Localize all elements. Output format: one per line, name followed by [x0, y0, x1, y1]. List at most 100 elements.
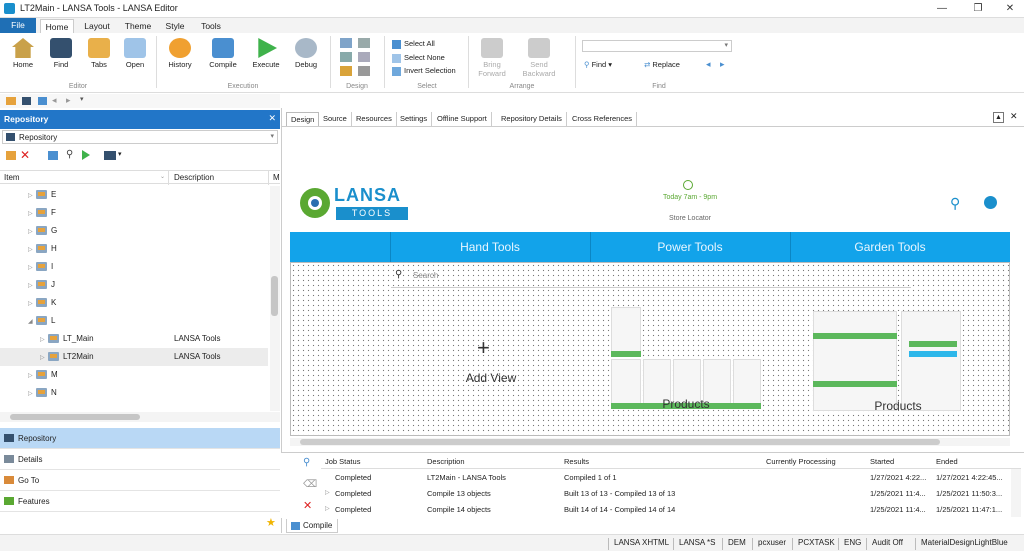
view-icon[interactable]: [104, 151, 116, 160]
tree-item[interactable]: ▷ F: [0, 204, 268, 222]
maximize-editor-icon[interactable]: ▲: [993, 112, 1004, 123]
column-m[interactable]: M: [273, 173, 280, 182]
compile-button[interactable]: Compile: [204, 38, 242, 69]
expand-icon[interactable]: ▷: [28, 259, 36, 277]
execute-button[interactable]: Execute: [248, 38, 284, 69]
col-description[interactable]: Description: [427, 457, 465, 466]
replace-button[interactable]: ⇄ Replace: [644, 60, 680, 69]
scrollbar-thumb[interactable]: [300, 439, 940, 445]
history-button[interactable]: History: [162, 38, 198, 69]
expand-icon[interactable]: ▷: [28, 295, 36, 313]
expand-icon[interactable]: ▷: [325, 505, 330, 512]
minimize-button[interactable]: —: [932, 2, 952, 16]
expand-icon[interactable]: ▷: [28, 187, 36, 205]
tree-item[interactable]: ▷ E: [0, 186, 268, 204]
tab-design[interactable]: Design: [286, 112, 320, 126]
send-backward-button[interactable]: Send Backward: [518, 38, 560, 78]
nav-hand-tools[interactable]: Hand Tools: [390, 240, 590, 254]
tabs-button[interactable]: Tabs: [82, 38, 116, 69]
repository-select[interactable]: Repository ▾: [2, 130, 278, 144]
delete-icon[interactable]: ✕: [20, 148, 30, 162]
nav-garden-tools[interactable]: Garden Tools: [790, 240, 990, 254]
nav-repository[interactable]: Repository: [0, 428, 280, 449]
col-ended[interactable]: Ended: [936, 457, 958, 466]
invert-selection-button[interactable]: Invert Selection: [392, 66, 456, 76]
search-icon[interactable]: ⚲: [950, 195, 960, 212]
tab-resources[interactable]: Resources: [352, 112, 397, 126]
close-button[interactable]: ✕: [1000, 2, 1020, 16]
nav-features[interactable]: Features: [0, 491, 280, 512]
tree-item[interactable]: ▷ I: [0, 258, 268, 276]
tree-item[interactable]: ◢ L: [0, 312, 268, 330]
nav-details[interactable]: Details: [0, 449, 280, 470]
expand-icon[interactable]: ▷: [28, 277, 36, 295]
job-row[interactable]: Completed LT2Main - LANSA Tools Compiled…: [325, 473, 1024, 487]
maximize-button[interactable]: ❐: [968, 2, 988, 16]
tab-source[interactable]: Source: [319, 112, 352, 126]
tree-item[interactable]: ▷ N: [0, 384, 268, 402]
design-style-icon[interactable]: [340, 66, 352, 76]
tab-repository-details[interactable]: Repository Details: [497, 112, 567, 126]
close-panel-icon[interactable]: ✕: [268, 113, 276, 124]
add-view-icon[interactable]: +: [477, 335, 490, 361]
tree-item[interactable]: ▷ K: [0, 294, 268, 312]
tab-style[interactable]: Style: [160, 19, 190, 33]
col-currently-processing[interactable]: Currently Processing: [766, 457, 836, 466]
customize-icon[interactable]: ▾: [80, 95, 84, 103]
column-item[interactable]: Item: [4, 173, 20, 182]
open-folder-icon[interactable]: [6, 97, 16, 105]
store-locator-link[interactable]: Store Locator: [620, 215, 760, 222]
find-next-icon[interactable]: ▸: [720, 59, 725, 70]
search-input-preview[interactable]: Search: [413, 271, 438, 280]
account-icon[interactable]: [984, 196, 997, 209]
design-edit-icon[interactable]: [358, 66, 370, 76]
expand-icon[interactable]: ▷: [325, 489, 330, 496]
tree-item[interactable]: ▷ M: [0, 366, 268, 384]
new-folder-icon[interactable]: [6, 151, 16, 160]
job-row[interactable]: ▷ Completed Compile 13 objects Built 13 …: [325, 489, 1024, 503]
compile-small-icon[interactable]: [38, 97, 47, 105]
star-icon[interactable]: ★: [266, 516, 276, 529]
expand-icon[interactable]: ▷: [40, 349, 48, 367]
tab-layout[interactable]: Layout: [80, 19, 114, 33]
find-combo[interactable]: ▾: [582, 40, 732, 52]
save-icon[interactable]: [22, 97, 31, 105]
tree-item[interactable]: ▷ J: [0, 276, 268, 294]
col-results[interactable]: Results: [564, 457, 589, 466]
tab-offline-support[interactable]: Offline Support: [433, 112, 492, 126]
close-editor-icon[interactable]: ✕: [1010, 111, 1018, 122]
back-icon[interactable]: ◂: [52, 95, 57, 106]
find-button[interactable]: Find: [44, 38, 78, 69]
products-view-1[interactable]: Products: [611, 307, 761, 413]
scrollbar-thumb[interactable]: [10, 414, 140, 420]
select-all-button[interactable]: Select All: [392, 39, 435, 49]
find-text-button[interactable]: ⚲ Find ▾: [584, 60, 612, 69]
design-align-icon[interactable]: [358, 38, 370, 48]
col-started[interactable]: Started: [870, 457, 894, 466]
tree-vertical-scrollbar[interactable]: [270, 186, 280, 411]
tree-item[interactable]: ▷ LT2Main LANSA Tools: [0, 348, 268, 366]
nav-go-to[interactable]: Go To: [0, 470, 280, 491]
jobs-scrollbar[interactable]: [1011, 469, 1021, 517]
execute-icon[interactable]: [82, 150, 90, 160]
collapse-icon[interactable]: ◢: [28, 313, 36, 331]
debug-button[interactable]: Debug: [288, 38, 324, 69]
column-description[interactable]: Description: [174, 173, 214, 182]
tree-item[interactable]: ▷ H: [0, 240, 268, 258]
scrollbar-thumb[interactable]: [271, 276, 278, 316]
bring-forward-button[interactable]: Bring Forward: [474, 38, 510, 78]
expand-icon[interactable]: ▷: [28, 385, 36, 403]
expand-icon[interactable]: ▷: [40, 331, 48, 349]
forward-icon[interactable]: ▸: [66, 95, 71, 106]
expand-icon[interactable]: ▷: [28, 367, 36, 385]
tree-item[interactable]: ▷ G: [0, 222, 268, 240]
design-layout-icon[interactable]: [358, 52, 370, 62]
job-search-icon[interactable]: ⚲: [303, 457, 310, 468]
delete-job-icon[interactable]: ✕: [303, 499, 312, 512]
nav-power-tools[interactable]: Power Tools: [590, 240, 790, 254]
home-button[interactable]: Home: [6, 38, 40, 69]
select-none-button[interactable]: Select None: [392, 53, 445, 63]
expand-icon[interactable]: ▷: [28, 205, 36, 223]
add-view-label[interactable]: Add View: [441, 371, 541, 385]
find-previous-icon[interactable]: ◂: [706, 59, 711, 70]
